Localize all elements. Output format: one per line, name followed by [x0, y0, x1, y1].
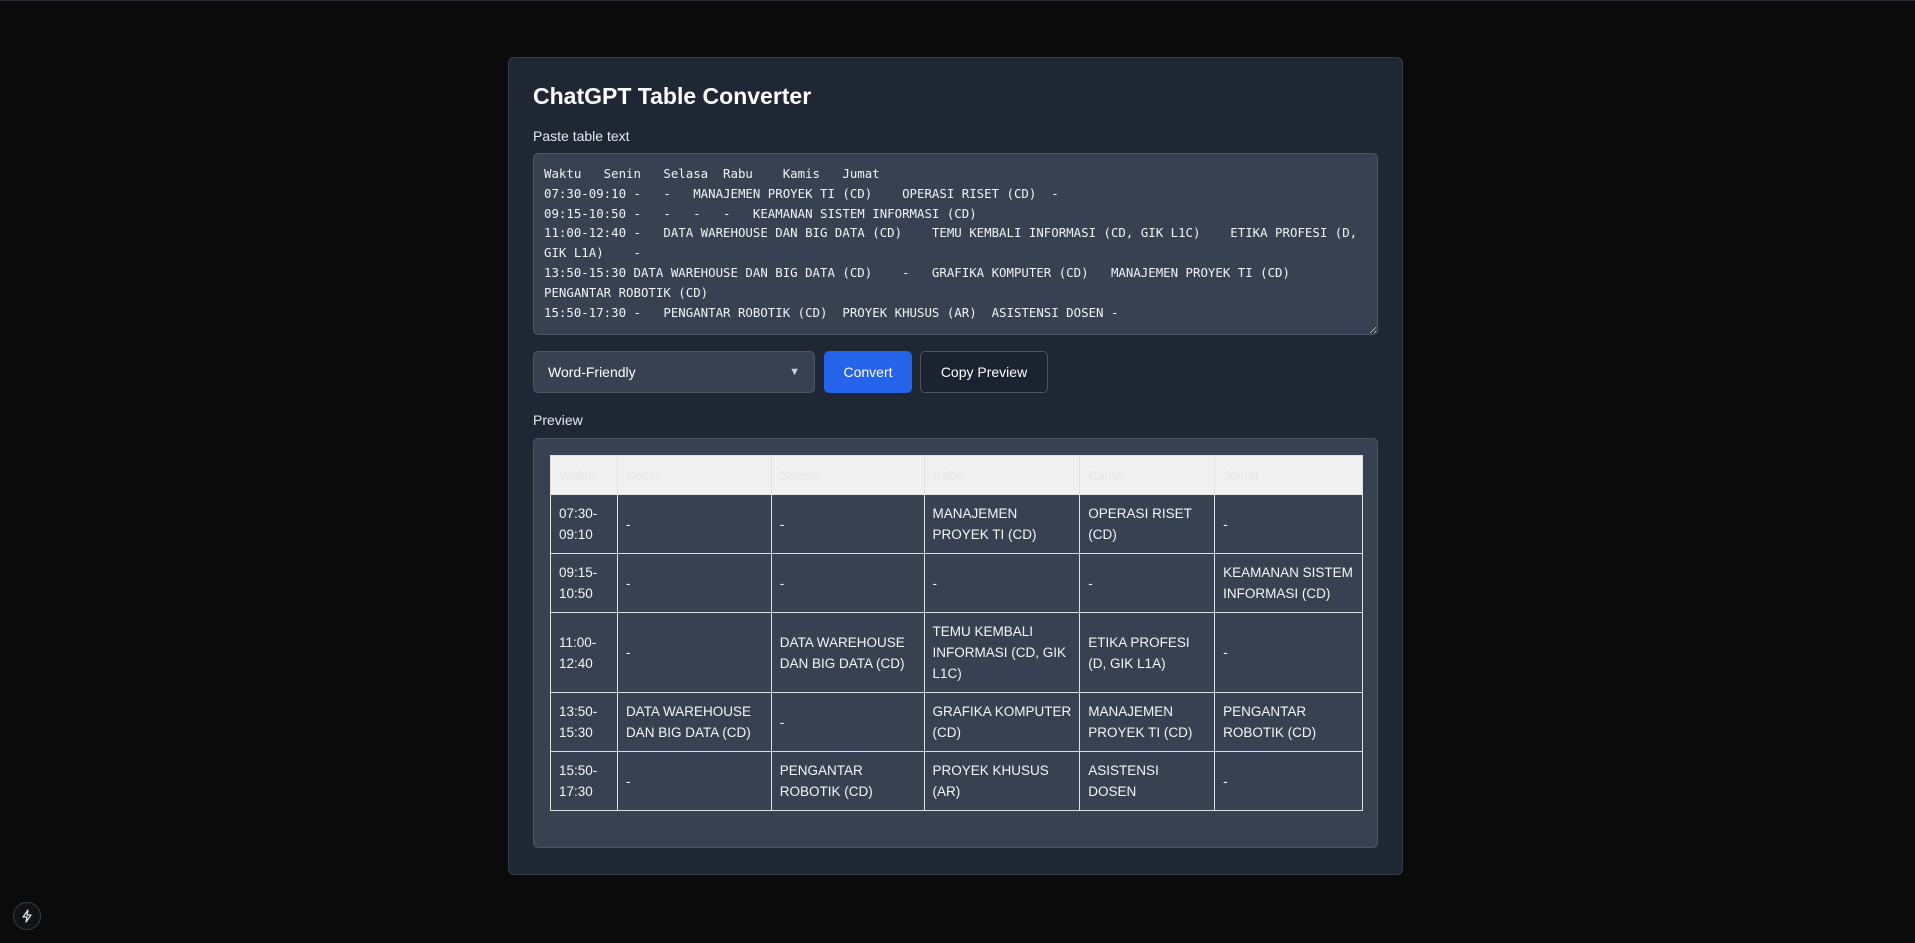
table-cell: -	[770, 553, 925, 613]
table-cell: DATA WAREHOUSE DAN BIG DATA (CD)	[770, 612, 925, 693]
table-cell: -	[1214, 751, 1363, 811]
table-cell: 13:50-15:30	[550, 692, 618, 752]
table-cell: OPERASI RISET (CD)	[1079, 494, 1216, 554]
header-cell: Senin	[616, 455, 772, 495]
header-cell: Selasa	[770, 455, 925, 495]
table-cell: -	[616, 751, 772, 811]
table-cell: 07:30-09:10	[550, 494, 618, 554]
format-select-value: Word-Friendly	[548, 364, 636, 380]
table-cell: 09:15-10:50	[550, 553, 618, 613]
lightning-bolt-glyph	[22, 909, 32, 923]
table-cell: ETIKA PROFESI (D, GIK L1A)	[1079, 612, 1216, 693]
table-cell: -	[770, 692, 925, 752]
table-cell: -	[770, 494, 925, 554]
table-cell: MANAJEMEN PROYEK TI (CD)	[923, 494, 1081, 554]
table-cell: PROYEK KHUSUS (AR)	[923, 751, 1081, 811]
table-row: 11:00-12:40 - DATA WAREHOUSE DAN BIG DAT…	[550, 612, 1363, 693]
table-cell: 15:50-17:30	[550, 751, 618, 811]
table-text-input[interactable]: Waktu Senin Selasa Rabu Kamis Jumat 07:3…	[533, 153, 1378, 335]
convert-button[interactable]: Convert	[824, 351, 912, 393]
table-cell: -	[1079, 553, 1216, 613]
table-header-row: Waktu Senin Selasa Rabu Kamis Jumat	[550, 455, 1363, 495]
table-cell: -	[1214, 494, 1363, 554]
preview-table: Waktu Senin Selasa Rabu Kamis Jumat 07:3…	[550, 455, 1363, 811]
converter-card: ChatGPT Table Converter Paste table text…	[508, 57, 1403, 875]
header-cell: Kamis	[1079, 455, 1216, 495]
table-cell: -	[616, 553, 772, 613]
table-cell: MANAJEMEN PROYEK TI (CD)	[1079, 692, 1216, 752]
table-row: 15:50-17:30 - PENGANTAR ROBOTIK (CD) PRO…	[550, 751, 1363, 811]
table-cell: 11:00-12:40	[550, 612, 618, 693]
copy-preview-button[interactable]: Copy Preview	[920, 351, 1048, 393]
table-cell: -	[616, 494, 772, 554]
table-cell: TEMU KEMBALI INFORMASI (CD, GIK L1C)	[923, 612, 1081, 693]
table-cell: PENGANTAR ROBOTIK (CD)	[770, 751, 925, 811]
preview-label: Preview	[533, 412, 583, 428]
page-title: ChatGPT Table Converter	[533, 83, 812, 109]
table-cell: DATA WAREHOUSE DAN BIG DATA (CD)	[616, 692, 772, 752]
header-cell: Rabu	[923, 455, 1081, 495]
input-label: Paste table text	[533, 128, 630, 144]
table-cell: KEAMANAN SISTEM INFORMASI (CD)	[1214, 553, 1363, 613]
lightning-bolt-icon[interactable]	[13, 902, 41, 930]
controls-row: Word-Friendly ▼ Convert Copy Preview	[533, 351, 1378, 393]
header-cell: Waktu	[550, 455, 618, 495]
top-border	[0, 0, 1915, 1]
table-row: 09:15-10:50 - - - - KEAMANAN SISTEM INFO…	[550, 553, 1363, 613]
table-cell: -	[616, 612, 772, 693]
table-row: 07:30-09:10 - - MANAJEMEN PROYEK TI (CD)…	[550, 494, 1363, 554]
table-row: 13:50-15:30 DATA WAREHOUSE DAN BIG DATA …	[550, 692, 1363, 752]
table-cell: -	[1214, 612, 1363, 693]
preview-box: Waktu Senin Selasa Rabu Kamis Jumat 07:3…	[533, 438, 1378, 848]
table-cell: -	[923, 553, 1081, 613]
table-cell: PENGANTAR ROBOTIK (CD)	[1214, 692, 1363, 752]
table-cell: GRAFIKA KOMPUTER (CD)	[923, 692, 1081, 752]
format-select[interactable]: Word-Friendly ▼	[533, 351, 815, 393]
table-cell: ASISTENSI DOSEN	[1079, 751, 1216, 811]
chevron-down-icon: ▼	[789, 366, 800, 378]
header-cell: Jumat	[1214, 455, 1363, 495]
